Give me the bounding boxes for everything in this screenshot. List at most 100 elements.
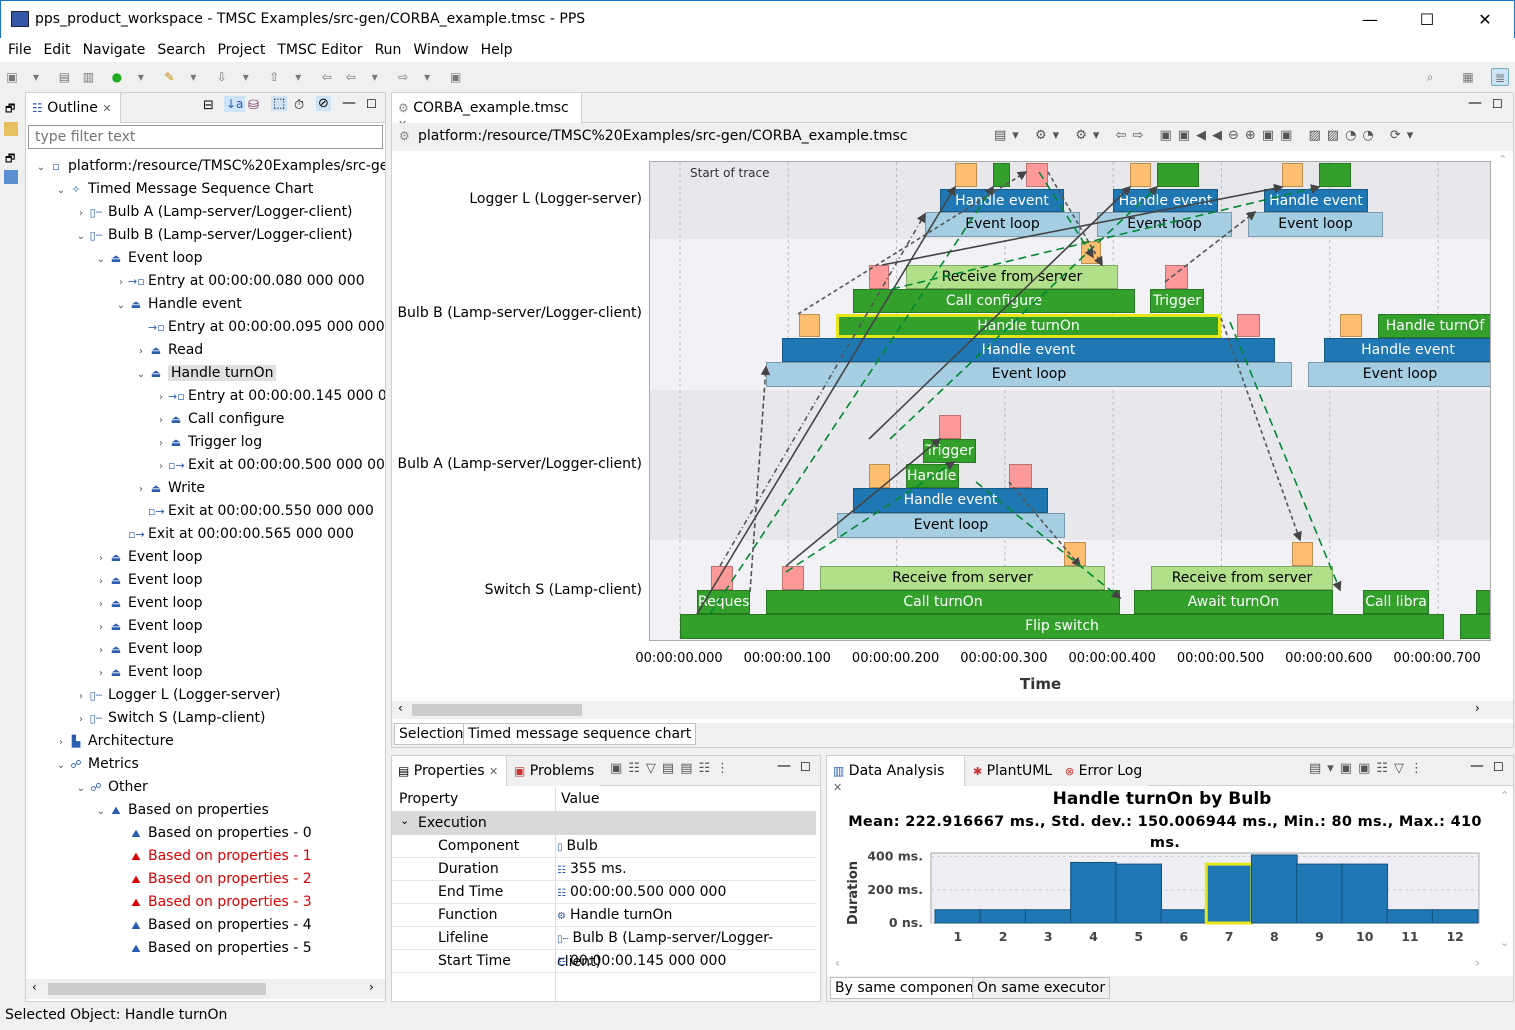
tree-item[interactable]: ⛰ Based on properties - 1	[114, 845, 311, 868]
tree-item[interactable]: › ⏏ Trigger log	[154, 431, 262, 454]
tab-timed-message-sequence-chart[interactable]: Timed message sequence chart	[463, 723, 697, 745]
pink-event-marker[interactable]	[1009, 464, 1032, 488]
menu-run[interactable]: Run	[375, 38, 402, 58]
tab-on-same-executor[interactable]: On same executor	[972, 977, 1111, 999]
tree-item[interactable]: ▫→ Exit at 00:00:00.550 000 000	[134, 500, 374, 523]
restore-icon[interactable]: 🗗	[5, 150, 15, 169]
filter-icon[interactable]: ⛁	[248, 98, 259, 113]
dropdown-icon[interactable]: ▾	[27, 68, 45, 86]
execution-bar[interactable]: Flip switch	[680, 614, 1444, 639]
execution-bar[interactable]: Handle turnOf	[1378, 314, 1490, 338]
package-explorer-icon[interactable]	[4, 122, 18, 136]
tree-item[interactable]: › ⏏ Event loop	[94, 569, 202, 592]
pink-event-marker[interactable]	[939, 415, 961, 439]
tree-item[interactable]: ⌄ ▯┄ Bulb B (Lamp-server/Logger-client)	[74, 224, 353, 247]
close-tab-icon[interactable]: ✕	[489, 765, 498, 778]
chevron-right-icon[interactable]: ›	[114, 271, 128, 294]
properties-actions[interactable]: ▣☷▽▤▤☷⋮	[610, 761, 735, 776]
histogram-bar[interactable]	[1386, 909, 1434, 924]
tree-item[interactable]: ▫→ Exit at 00:00:00.565 000 000	[114, 523, 354, 546]
execution-bar[interactable]: Receive from server	[906, 265, 1118, 289]
histogram-bar[interactable]	[1296, 863, 1343, 924]
chevron-right-icon[interactable]: ›	[94, 662, 108, 685]
execution-bar[interactable]: Receive from server	[820, 566, 1105, 590]
back-icon[interactable]: ⇦	[342, 68, 360, 86]
scroll-up-icon[interactable]: ⌃	[1498, 153, 1507, 166]
tab-plantuml[interactable]: ✱ PlantUML	[967, 756, 1059, 786]
save-icon[interactable]: ▤	[55, 68, 73, 86]
histogram-bar[interactable]	[1070, 861, 1117, 924]
green-event-marker[interactable]	[1476, 590, 1490, 614]
orange-event-marker[interactable]	[1130, 163, 1151, 187]
dropdown-icon[interactable]: ▾	[184, 68, 202, 86]
property-row[interactable]: Lifeline ▯┄ Bulb B (Lamp-server/Logger-cli…	[392, 927, 816, 970]
scroll-left-icon[interactable]: ‹	[835, 956, 840, 970]
histogram[interactable]: 0 ns.200 ms.400 ms.1 2 3 4 5 6 7 8 9 10 11 12Durati…	[827, 847, 1497, 957]
property-row[interactable]: Component ▯ Bulb	[392, 835, 816, 858]
scroll-down-icon[interactable]: ⌄	[1500, 936, 1509, 949]
analysis-actions[interactable]: ▤▾▣▣☷▽⋮	[1309, 761, 1429, 776]
menu-navigate[interactable]: Navigate	[83, 38, 146, 58]
tree-item[interactable]: ⌄ ⏏ Handle event	[114, 293, 242, 316]
dropdown-icon[interactable]: ▾	[132, 68, 150, 86]
chevron-down-icon[interactable]: ⌄	[114, 294, 128, 317]
filter-input[interactable]	[28, 125, 383, 149]
scroll-left-icon[interactable]: ‹	[32, 980, 37, 994]
chevron-right-icon[interactable]: ›	[74, 708, 88, 731]
orange-event-marker[interactable]	[1064, 542, 1086, 566]
scroll-right-icon[interactable]: ›	[1475, 701, 1480, 715]
orange-event-marker[interactable]	[955, 163, 977, 187]
orange-event-marker[interactable]	[1340, 314, 1362, 337]
minimize-view-icon[interactable]: —	[777, 758, 791, 774]
execution-bar[interactable]: Handle event	[853, 488, 1048, 513]
editor-actions[interactable]: ▤▾ ⚙▾ ⚙▾ ⇦⇨ ▣▣◀◀⊖⊕▣▣ ▨▨◔◔ ⟳▾	[994, 128, 1419, 143]
chevron-down-icon[interactable]: ⌄	[94, 800, 108, 823]
tree-item[interactable]: › ▯┄ Bulb A (Lamp-server/Logger-client)	[74, 201, 353, 224]
chevron-right-icon[interactable]: ›	[74, 202, 88, 225]
property-row[interactable]: End Time ☷ 00:00:00.500 000 000	[392, 881, 816, 904]
maximize-view-icon[interactable]: ☐	[1493, 760, 1504, 774]
green-event-marker[interactable]	[1319, 163, 1351, 187]
execution-bar[interactable]: Await turnOn	[1134, 590, 1333, 614]
tree-item[interactable]: ⛰ Based on properties - 2	[114, 868, 311, 891]
execution-bar[interactable]: Handle turnOn	[836, 314, 1221, 338]
pink-event-marker[interactable]	[869, 265, 889, 289]
tree-item[interactable]: › ⏏ Event loop	[94, 661, 202, 684]
dropdown-icon[interactable]: ▾	[418, 68, 436, 86]
tree-item[interactable]: ⛰ Based on properties - 3	[114, 891, 311, 914]
minimize-view-icon[interactable]: —	[1470, 758, 1484, 774]
tree-item[interactable]: › ⏏ Read	[134, 339, 203, 362]
chevron-right-icon[interactable]: ›	[154, 409, 168, 432]
tool-icon[interactable]: ✎	[160, 68, 178, 86]
tree-item[interactable]: › ⏏ Event loop	[94, 546, 202, 569]
histogram-bar[interactable]	[1431, 909, 1479, 924]
dropdown-icon[interactable]: ▾	[366, 68, 384, 86]
group-execution[interactable]: ⌄ Execution	[392, 812, 816, 835]
pink-event-marker[interactable]	[782, 566, 804, 590]
chevron-right-icon[interactable]: ›	[154, 432, 168, 455]
hide-icon[interactable]: ⊘	[316, 96, 331, 111]
execution-bar[interactable]: Handle turn	[906, 464, 959, 488]
property-row[interactable]: Function ⚙ Handle turnOn	[392, 904, 816, 927]
execution-bar[interactable]: Trigger	[923, 439, 976, 463]
menu-edit[interactable]: Edit	[43, 38, 70, 58]
tree-item[interactable]: ⌄ ⏏ Event loop	[94, 247, 203, 270]
last-edit-icon[interactable]: ⇦	[318, 68, 336, 86]
tab-properties[interactable]: ▤ Properties ✕	[392, 756, 507, 786]
execution-bar[interactable]: Event loop	[925, 212, 1080, 237]
pink-event-marker[interactable]	[1165, 265, 1188, 289]
execution-bar[interactable]: Receive from server	[1151, 566, 1333, 590]
tree-item[interactable]: › ⏏ Event loop	[94, 592, 202, 615]
chevron-right-icon[interactable]: ›	[54, 731, 68, 754]
pink-event-marker[interactable]	[1026, 163, 1048, 187]
histogram-bar[interactable]	[934, 909, 982, 924]
menu-project[interactable]: Project	[217, 38, 265, 58]
histogram-bar[interactable]	[1250, 854, 1298, 924]
maximize-button[interactable]: ☐	[1398, 1, 1456, 39]
minimize-view-icon[interactable]: —	[1468, 95, 1482, 111]
scrollbar-thumb[interactable]	[48, 983, 266, 995]
chevron-right-icon[interactable]: ›	[94, 616, 108, 639]
close-button[interactable]: ✕	[1456, 1, 1514, 39]
menu-help[interactable]: Help	[481, 38, 513, 58]
scroll-up-icon[interactable]: ⌃	[1500, 789, 1509, 802]
